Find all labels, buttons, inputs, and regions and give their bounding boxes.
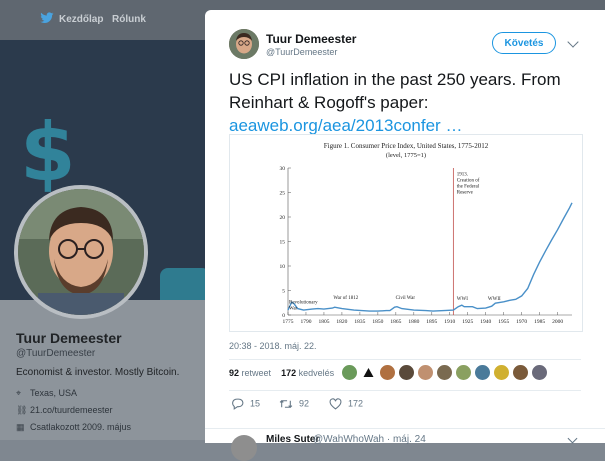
y-tick-label: 25 bbox=[280, 191, 286, 197]
tweet-author-avatar[interactable] bbox=[229, 29, 259, 59]
profile-avatar[interactable] bbox=[14, 185, 148, 319]
chevron-down-icon[interactable] bbox=[567, 36, 579, 48]
retweet-action-count: 92 bbox=[299, 398, 310, 409]
liker-avatar[interactable] bbox=[456, 365, 471, 380]
x-tick-label: 1955 bbox=[498, 319, 509, 325]
chart-annotation: War of 1812 bbox=[333, 296, 358, 301]
author-avatar-photo bbox=[229, 29, 259, 59]
profile-location: ⌖ Texas, USA bbox=[16, 388, 77, 399]
retweet-icon bbox=[279, 400, 293, 408]
reply-author-avatar[interactable] bbox=[231, 435, 257, 461]
liker-avatar[interactable] bbox=[399, 365, 414, 380]
like-count[interactable]: 172 bbox=[281, 368, 296, 378]
profile-joined: ▦ Csatlakozott 2009. május bbox=[16, 422, 131, 433]
tweet-author-handle[interactable]: @TuurDemeester bbox=[266, 47, 337, 57]
avatar-photo bbox=[18, 189, 144, 315]
chart-annotation: WWII bbox=[488, 297, 501, 302]
chart-annotation: 1913. Creation of the Federal Reserve bbox=[457, 172, 480, 195]
x-tick-label: 2000 bbox=[552, 319, 563, 325]
reply-icon bbox=[232, 398, 244, 410]
liker-avatar[interactable] bbox=[494, 365, 509, 380]
tweet-timestamp[interactable]: 20:38 - 2018. máj. 22. bbox=[229, 341, 317, 351]
liker-avatar[interactable] bbox=[380, 365, 395, 380]
tweet-text-line: US CPI inflation in the past 250 years. … bbox=[229, 70, 561, 89]
divider bbox=[229, 390, 581, 391]
tweet-media-chart[interactable]: Figure 1. Consumer Price Index, United S… bbox=[229, 134, 583, 332]
like-label[interactable]: kedvelés bbox=[299, 368, 335, 378]
x-tick-label: 1805 bbox=[318, 319, 329, 325]
divider bbox=[229, 359, 581, 360]
reply-action[interactable]: 15 bbox=[231, 398, 260, 410]
tweet-text-line: Reinhart & Rogoff's paper: bbox=[229, 93, 429, 112]
chart-title: Figure 1. Consumer Price Index, United S… bbox=[324, 142, 489, 150]
chart-annotation: Civil War bbox=[396, 296, 416, 301]
calendar-icon: ▦ bbox=[16, 422, 25, 432]
twitter-bird-icon[interactable] bbox=[40, 12, 54, 24]
y-tick-label: 5 bbox=[282, 289, 285, 295]
tweet-author-name[interactable]: Tuur Demeester bbox=[266, 32, 356, 46]
nav-about-link[interactable]: Rólunk bbox=[112, 14, 146, 25]
reply-count: 15 bbox=[250, 398, 261, 409]
website-text[interactable]: 21.co/tuurdemeester bbox=[30, 405, 113, 415]
y-tick-label: 15 bbox=[280, 240, 286, 246]
profile-website[interactable]: ⛓ 21.co/tuurdemeester bbox=[16, 405, 113, 416]
liker-avatar[interactable] bbox=[418, 365, 433, 380]
profile-handle[interactable]: @TuurDemeester bbox=[16, 348, 95, 359]
x-tick-label: 1820 bbox=[336, 319, 347, 325]
link-icon: ⛓ bbox=[16, 405, 28, 415]
location-pin-icon: ⌖ bbox=[16, 388, 22, 398]
x-tick-label: 1835 bbox=[354, 319, 365, 325]
liker-avatar[interactable] bbox=[342, 365, 357, 380]
x-tick-label: 1880 bbox=[408, 319, 419, 325]
x-tick-label: 1985 bbox=[534, 319, 545, 325]
x-tick-label: 1940 bbox=[480, 319, 491, 325]
joined-text: Csatlakozott 2009. május bbox=[30, 422, 132, 432]
like-action[interactable]: 172 bbox=[329, 398, 363, 410]
tweet-stats: 92 retweet 172 kedvelés bbox=[229, 368, 334, 378]
y-tick-label: 10 bbox=[280, 264, 286, 270]
liker-avatar[interactable] bbox=[361, 365, 376, 380]
x-tick-label: 1970 bbox=[516, 319, 527, 325]
chart-annotation: WWI bbox=[457, 297, 468, 302]
liker-avatar[interactable] bbox=[475, 365, 490, 380]
x-tick-label: 1865 bbox=[390, 319, 401, 325]
dollar-sign-graphic: $ bbox=[20, 106, 76, 199]
location-text: Texas, USA bbox=[30, 388, 78, 398]
tweet-text: US CPI inflation in the past 250 years. … bbox=[229, 68, 589, 137]
liker-avatar[interactable] bbox=[437, 365, 452, 380]
x-tick-label: 1775 bbox=[283, 319, 294, 325]
heart-icon bbox=[329, 398, 342, 410]
cpi-chart: Figure 1. Consumer Price Index, United S… bbox=[280, 142, 573, 325]
tweet-link[interactable]: aeaweb.org/aea/2013confer … bbox=[229, 116, 462, 135]
x-tick-label: 1850 bbox=[372, 319, 383, 325]
retweet-label[interactable]: retweet bbox=[242, 368, 272, 378]
y-tick-label: 20 bbox=[280, 215, 286, 221]
x-tick-label: 1925 bbox=[462, 319, 473, 325]
chart-subtitle: (level, 1775=1) bbox=[386, 152, 426, 159]
retweet-action[interactable]: 92 bbox=[279, 398, 309, 410]
like-action-count: 172 bbox=[348, 398, 364, 409]
y-tick-label: 30 bbox=[280, 166, 286, 172]
liker-avatar[interactable] bbox=[513, 365, 528, 380]
x-tick-label: 1895 bbox=[426, 319, 437, 325]
tweet-modal: Tuur Demeester @TuurDemeester Követés US… bbox=[205, 10, 605, 461]
x-tick-label: 1790 bbox=[300, 319, 311, 325]
liker-avatar[interactable] bbox=[532, 365, 547, 380]
x-tick-label: 1910 bbox=[444, 319, 455, 325]
cpi-series-line bbox=[287, 202, 573, 312]
profile-bio: Economist & investor. Mostly Bitcoin. bbox=[16, 367, 180, 378]
profile-name[interactable]: Tuur Demeester bbox=[16, 330, 122, 346]
follow-button[interactable]: Követés bbox=[492, 32, 556, 54]
nav-home-link[interactable]: Kezdőlap bbox=[59, 14, 103, 25]
retweet-count[interactable]: 92 bbox=[229, 368, 239, 378]
